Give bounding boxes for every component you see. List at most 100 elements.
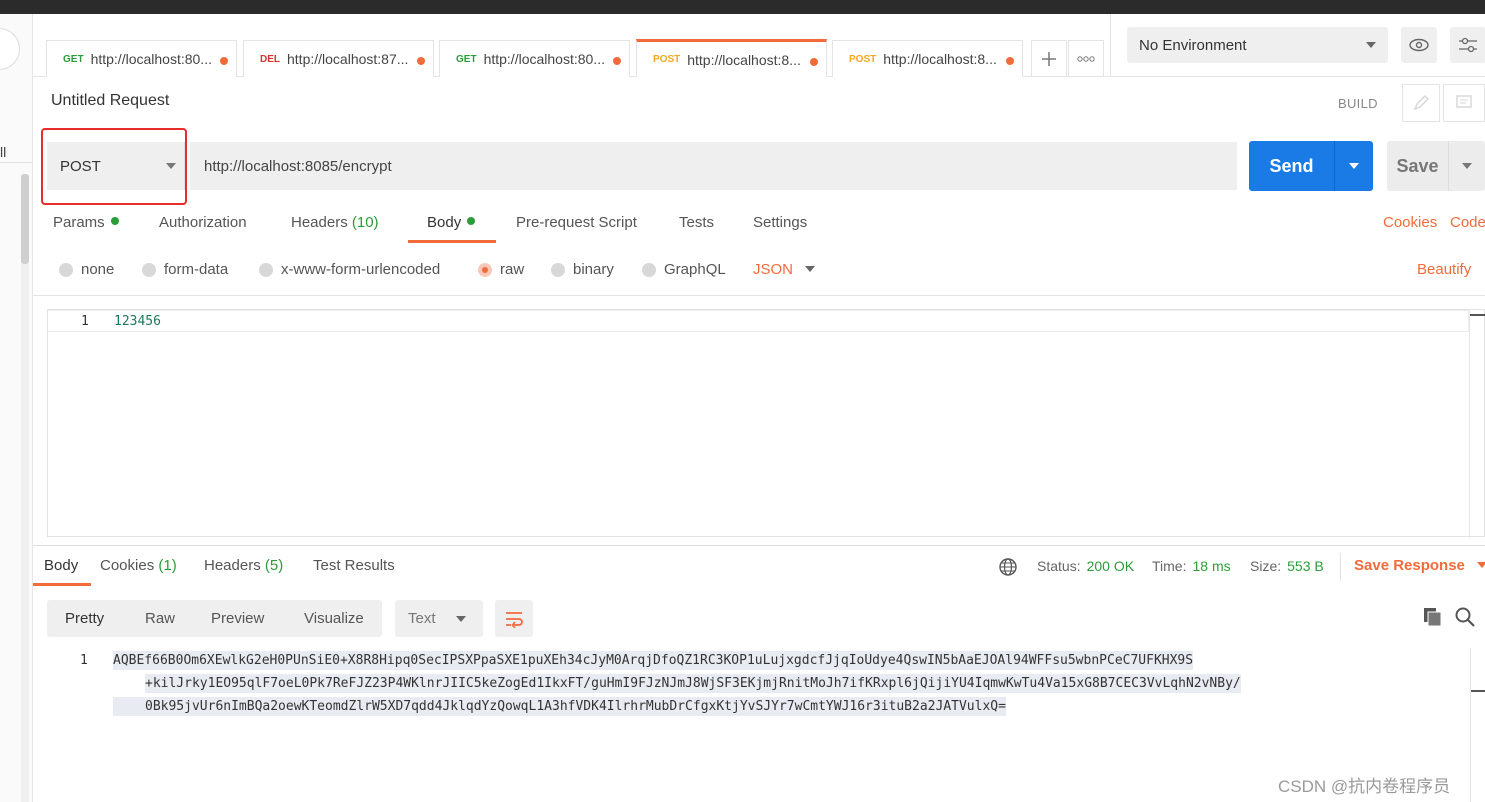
chevron-down-icon: [456, 616, 466, 622]
unsaved-dot-icon: [417, 57, 425, 65]
chevron-down-icon: [1349, 163, 1359, 169]
tab-authorization[interactable]: Authorization: [159, 214, 247, 231]
send-button[interactable]: Send: [1249, 141, 1373, 191]
editor-active-line: [48, 310, 1469, 332]
response-tab-headers-label: Headers: [204, 557, 261, 574]
unsaved-dot-icon: [613, 57, 621, 65]
window-top-bar: [0, 0, 1485, 14]
edit-button[interactable]: [1402, 84, 1440, 122]
request-tab[interactable]: GET http://localhost:80...: [46, 40, 237, 77]
response-format-select[interactable]: Text: [395, 600, 483, 637]
response-tab-headers[interactable]: Headers (5): [204, 557, 283, 574]
comments-button[interactable]: [1443, 84, 1485, 122]
pane-divider[interactable]: [33, 545, 1485, 546]
view-raw-button[interactable]: Raw: [145, 610, 175, 627]
globe-icon[interactable]: [998, 557, 1018, 577]
tab-params[interactable]: Params: [53, 214, 119, 231]
method-select[interactable]: POST: [47, 142, 185, 190]
radio-binary[interactable]: binary: [551, 261, 614, 278]
tab-prerequest-script[interactable]: Pre-request Script: [516, 214, 637, 231]
chevron-down-icon: [166, 163, 176, 169]
wrap-lines-button[interactable]: [495, 600, 533, 637]
request-tab[interactable]: DEL http://localhost:87...: [243, 40, 434, 77]
wrap-icon: [506, 611, 523, 628]
request-tab[interactable]: GET http://localhost:80...: [439, 40, 630, 77]
response-tab-test-results[interactable]: Test Results: [313, 557, 395, 574]
editor-scrollbar[interactable]: [1469, 310, 1485, 538]
response-body-viewer[interactable]: 1 AQBEf66B0Om6XEwlkG2eH0PUnSiE0+X8R8Hipq…: [47, 648, 1485, 802]
radio-urlencoded-label: x-www-form-urlencoded: [281, 261, 441, 278]
build-mode-label[interactable]: BUILD: [1338, 96, 1378, 111]
tab-method: GET: [63, 53, 84, 65]
request-title[interactable]: Untitled Request: [51, 92, 169, 110]
radio-circle-icon: [642, 262, 656, 277]
sidebar-strip: ll: [0, 14, 33, 802]
eye-icon: [1409, 38, 1429, 52]
request-tab[interactable]: POST http://localhost:8...: [832, 40, 1023, 77]
radio-graphql[interactable]: GraphQL: [642, 261, 726, 278]
tab-url: http://localhost:80...: [483, 51, 605, 67]
status-info: Status: 200 OK: [1037, 558, 1134, 574]
status-label: Status:: [1037, 558, 1081, 574]
sidebar-avatar-button[interactable]: [0, 28, 20, 70]
copy-icon[interactable]: [1422, 606, 1444, 628]
request-tab-active[interactable]: POST http://localhost:8...: [636, 39, 827, 77]
sidebar-menu-icon[interactable]: ll: [0, 144, 6, 160]
response-tab-body[interactable]: Body: [44, 557, 78, 574]
environment-select[interactable]: No Environment: [1127, 27, 1388, 63]
unsaved-dot-icon: [220, 57, 228, 65]
response-headers-count: (5): [264, 557, 284, 574]
view-visualize-button[interactable]: Visualize: [304, 610, 364, 627]
editor-content[interactable]: 123456: [114, 314, 161, 329]
radio-urlencoded[interactable]: x-www-form-urlencoded: [259, 261, 440, 278]
tab-url: http://localhost:8...: [687, 51, 801, 68]
response-scrollbar[interactable]: [1470, 648, 1485, 802]
save-options-dropdown[interactable]: [1449, 141, 1485, 191]
manage-environments-button[interactable]: [1450, 27, 1485, 63]
view-pretty-button[interactable]: Pretty: [65, 610, 104, 627]
tab-options-button[interactable]: [1068, 40, 1104, 77]
request-body-editor[interactable]: 1 123456: [47, 309, 1485, 538]
radio-circle-icon: [59, 262, 73, 277]
tab-headers[interactable]: Headers (10): [291, 214, 379, 231]
chevron-down-icon: [805, 266, 816, 272]
size-value: 553 B: [1287, 558, 1324, 574]
environment-quick-look-button[interactable]: [1401, 27, 1437, 63]
beautify-link[interactable]: Beautify: [1417, 261, 1471, 278]
radio-none-label: none: [81, 261, 115, 278]
send-options-dropdown[interactable]: [1335, 141, 1373, 191]
tab-settings[interactable]: Settings: [753, 214, 807, 231]
tab-body[interactable]: Body: [427, 214, 476, 231]
tab-url: http://localhost:8...: [883, 51, 997, 67]
tab-method: DEL: [260, 53, 280, 65]
save-response-label: Save Response: [1354, 557, 1465, 574]
plus-icon: [1042, 52, 1056, 66]
tab-tests[interactable]: Tests: [679, 214, 714, 231]
method-label: POST: [60, 157, 101, 175]
save-response-button[interactable]: Save Response: [1354, 557, 1485, 574]
response-tab-cookies[interactable]: Cookies (1): [100, 557, 177, 574]
sliders-icon: [1459, 37, 1477, 53]
sidebar-scrollbar-thumb[interactable]: [21, 174, 29, 264]
sidebar-scrollbar-track: [21, 264, 29, 802]
body-format-select[interactable]: JSON: [753, 261, 816, 278]
view-preview-button[interactable]: Preview: [211, 610, 264, 627]
radio-raw[interactable]: raw: [478, 261, 524, 278]
url-input[interactable]: [190, 142, 1237, 190]
unsaved-dot-icon: [810, 58, 818, 66]
radio-none[interactable]: none: [59, 261, 114, 278]
search-icon[interactable]: [1454, 606, 1476, 628]
cookies-link[interactable]: Cookies: [1383, 214, 1437, 231]
watermark: CSDN @抗内卷程序员: [1278, 777, 1451, 796]
new-tab-button[interactable]: [1031, 40, 1067, 77]
tab-headers-label: Headers: [291, 214, 348, 231]
active-tab-indicator: [33, 583, 91, 586]
radio-form-data[interactable]: form-data: [142, 261, 228, 278]
status-dot-icon: [110, 217, 119, 225]
chevron-down-icon: [1462, 163, 1472, 169]
code-link[interactable]: Code: [1450, 214, 1485, 231]
radio-graphql-label: GraphQL: [664, 261, 726, 278]
divider: [33, 295, 1485, 296]
status-dot-icon: [467, 217, 476, 225]
save-button[interactable]: Save: [1387, 141, 1485, 191]
